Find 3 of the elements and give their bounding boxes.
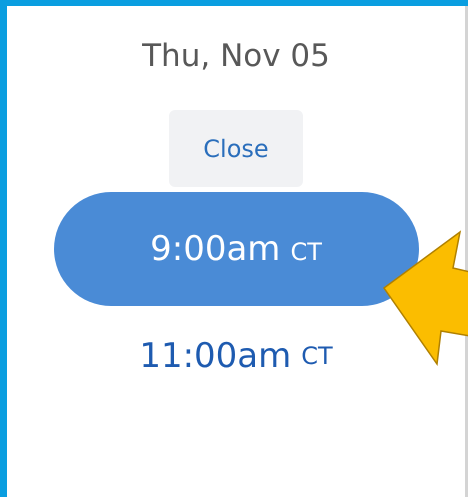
date-heading: Thu, Nov 05 <box>142 37 330 76</box>
time-slot-button[interactable]: 9:00am CT <box>54 192 418 306</box>
close-button[interactable]: Close <box>169 110 303 187</box>
